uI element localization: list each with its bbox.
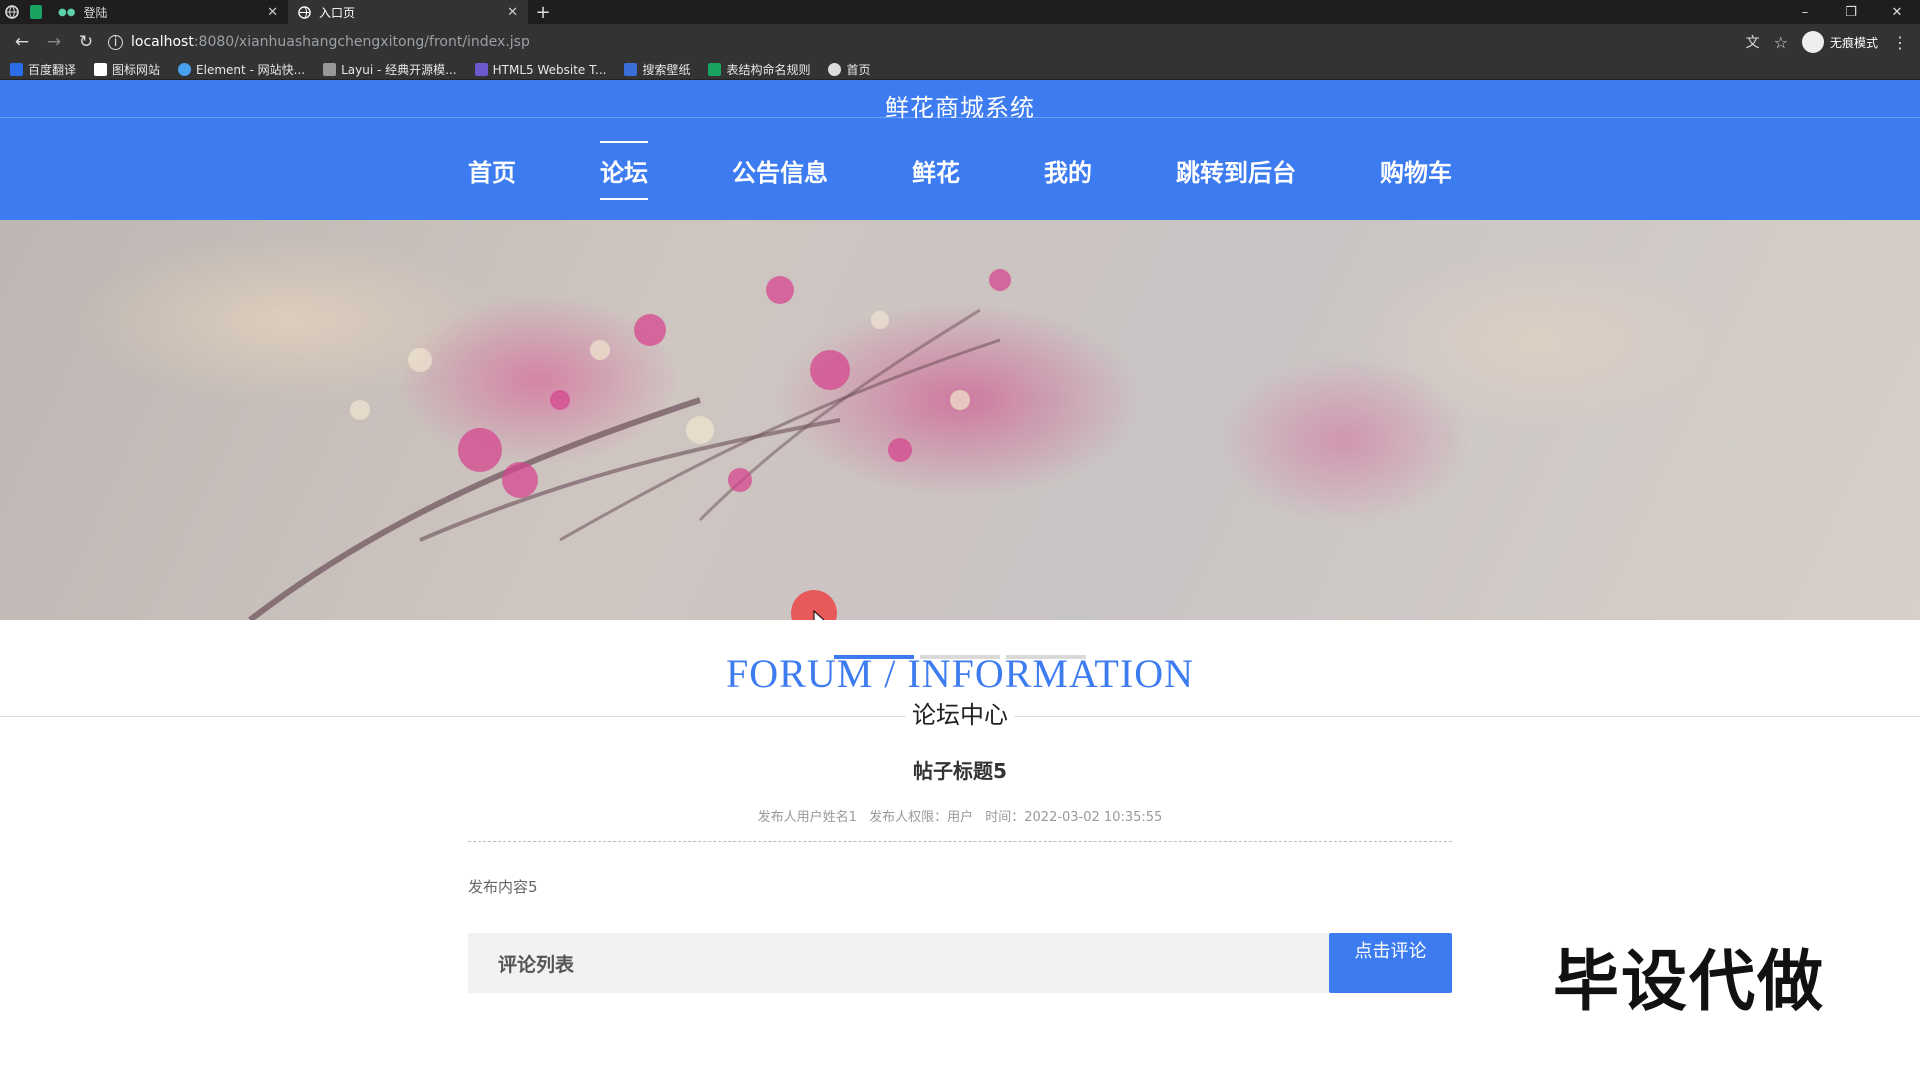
tab-title: 入口页 — [319, 5, 356, 20]
forum-post: 帖子标题5 发布人用户姓名1 发布人权限：用户 时间：2022-03-02 10… — [468, 755, 1452, 993]
post-author: 发布人用户姓名1 — [757, 810, 857, 825]
tab-favicon-icon: ●● — [58, 6, 76, 18]
nav-home[interactable]: 首页 — [468, 143, 516, 198]
flag-icon — [94, 63, 108, 76]
carousel-indicator[interactable] — [834, 655, 914, 659]
browser-menu-icon[interactable] — [0, 0, 24, 24]
bookmark-item[interactable]: HTML5 Website T... — [474, 63, 606, 77]
bookmark-favicon-icon — [178, 63, 192, 76]
tab-title: 登陆 — [83, 5, 108, 20]
header-divider — [0, 117, 1920, 118]
globe-icon — [298, 5, 311, 19]
translate-icon[interactable]: 文 — [1746, 32, 1760, 52]
bookmark-favicon-icon — [474, 63, 488, 76]
bookmark-item[interactable]: Element - 网站快... — [178, 61, 305, 78]
address-bar-row: ← → ↻ i localhost:8080/xianhuashangcheng… — [0, 24, 1920, 60]
nav-flowers[interactable]: 鲜花 — [912, 143, 960, 198]
restore-button[interactable]: ❐ — [1828, 0, 1874, 24]
carousel-indicator[interactable] — [1006, 655, 1086, 659]
incognito-profile[interactable]: 无痕模式 — [1801, 31, 1878, 53]
bookmark-favicon-icon — [708, 63, 722, 76]
bookmark-favicon-icon — [624, 63, 638, 76]
bookmark-item[interactable]: 图标网站 — [94, 61, 160, 78]
nav-mine[interactable]: 我的 — [1044, 143, 1092, 198]
site-title: 鲜花商城系统 — [885, 94, 1035, 122]
post-meta: 发布人用户姓名1 发布人权限：用户 时间：2022-03-02 10:35:55 — [468, 806, 1452, 842]
bookmark-item[interactable]: 表结构命名规则 — [708, 61, 810, 78]
tab-login[interactable]: ●● 登陆 ✕ — [48, 0, 288, 24]
tab-close-icon[interactable]: ✕ — [267, 5, 278, 20]
close-window-button[interactable]: ✕ — [1874, 0, 1920, 24]
bookmark-item[interactable]: 搜索壁纸 — [624, 61, 690, 78]
main-nav: 首页 论坛 公告信息 鲜花 我的 跳转到后台 购物车 — [0, 120, 1920, 220]
pinned-tab-sheets-icon[interactable] — [24, 0, 48, 24]
forward-arrow-icon[interactable]: → — [38, 28, 70, 56]
nav-announcements[interactable]: 公告信息 — [732, 143, 828, 198]
bookmark-favicon-icon — [10, 63, 23, 76]
nav-cart[interactable]: 购物车 — [1380, 143, 1452, 198]
bookmark-item[interactable]: 首页 — [828, 61, 871, 78]
browser-tab-bar: ●● 登陆 ✕ 入口页 ✕ + – ❐ ✕ — [0, 0, 1920, 24]
minimize-button[interactable]: – — [1782, 0, 1828, 24]
bookmarks-bar: 百度翻译 图标网站 Element - 网站快... Layui - 经典开源模… — [0, 60, 1920, 80]
forum-heading: FORUM / INFORMATION 论坛中心 — [0, 650, 1920, 730]
mouse-cursor-icon — [813, 610, 825, 620]
nav-admin[interactable]: 跳转到后台 — [1176, 143, 1296, 198]
bookmark-star-icon[interactable]: ☆ — [1774, 33, 1788, 52]
tab-entry-page[interactable]: 入口页 ✕ — [288, 0, 528, 24]
post-content: 发布内容5 — [468, 878, 538, 896]
comment-list-title: 评论列表 — [468, 933, 1329, 993]
info-icon[interactable]: i — [108, 34, 123, 50]
forum-heading-cn: 论坛中心 — [906, 695, 1014, 730]
profile-label: 无痕模式 — [1829, 35, 1878, 50]
banner-carousel[interactable] — [0, 220, 1920, 620]
incognito-icon — [1801, 31, 1824, 53]
carousel-indicator[interactable] — [920, 655, 1000, 659]
add-comment-button[interactable]: 点击评论 — [1329, 933, 1452, 993]
new-tab-button[interactable]: + — [528, 0, 558, 24]
comment-bar: 评论列表 点击评论 — [468, 933, 1452, 993]
window-controls: – ❐ ✕ — [1782, 0, 1920, 24]
url-field[interactable]: i localhost:8080/xianhuashangchengxitong… — [108, 28, 1746, 56]
url-path: :8080/xianhuashangchengxitong/front/inde… — [193, 34, 530, 50]
url-host: localhost — [131, 34, 194, 50]
post-title: 帖子标题5 — [913, 759, 1007, 783]
post-time: 时间：2022-03-02 10:35:55 — [985, 810, 1163, 825]
bookmark-item[interactable]: Layui - 经典开源模... — [323, 61, 457, 78]
flower-illustration — [248, 269, 1011, 620]
nav-forum[interactable]: 论坛 — [600, 140, 648, 200]
site-header: 鲜花商城系统 首页 论坛 公告信息 鲜花 我的 跳转到后台 购物车 — [0, 80, 1920, 220]
browser-menu-dots-icon[interactable]: ⋮ — [1892, 33, 1908, 52]
back-arrow-icon[interactable]: ← — [6, 28, 38, 56]
bookmark-favicon-icon — [323, 63, 337, 76]
post-role: 发布人权限：用户 — [869, 810, 974, 825]
bookmark-item[interactable]: 百度翻译 — [10, 61, 76, 78]
carousel-indicators — [834, 655, 1086, 659]
globe-icon — [828, 63, 842, 76]
reload-icon[interactable]: ↻ — [70, 28, 102, 56]
watermark-text: 毕设代做 — [1553, 943, 1825, 1020]
tab-close-icon[interactable]: ✕ — [507, 5, 518, 20]
